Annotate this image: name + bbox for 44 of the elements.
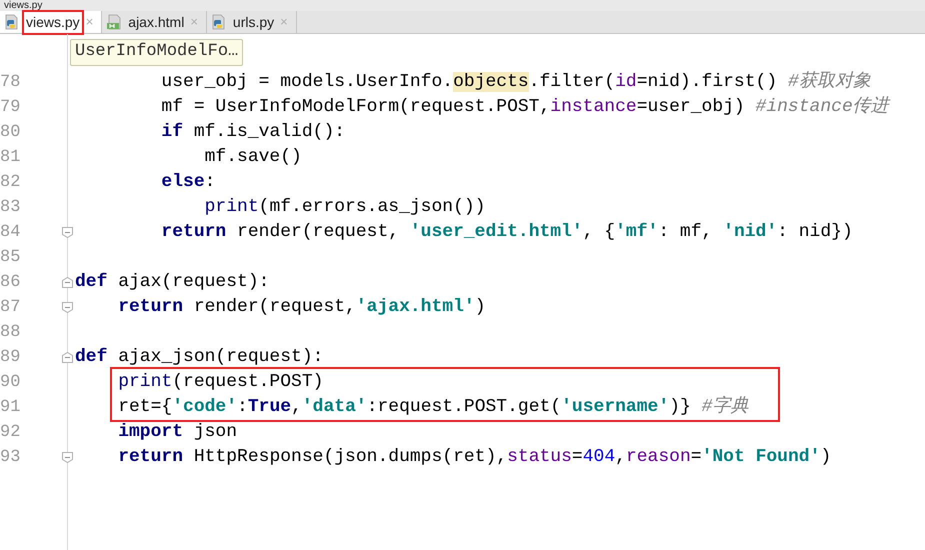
code-line: return render(request,'ajax.html') [117, 297, 486, 317]
code-line: if mf.is_valid(): [160, 122, 346, 142]
fold-start-icon[interactable] [62, 352, 73, 363]
line-number: 89 [0, 346, 20, 369]
line-number: 91 [0, 396, 20, 419]
line-number: 86 [0, 272, 20, 294]
line-number: 92 [0, 422, 20, 444]
line-number: 83 [0, 196, 20, 219]
file-tab[interactable]: views.py × [0, 11, 102, 33]
tab-label: urls.py [232, 12, 276, 32]
line-number: 88 [0, 322, 20, 344]
line-number: 81 [0, 146, 20, 169]
line-number: 85 [0, 246, 20, 269]
line-number: 79 [0, 96, 20, 119]
python-file-icon [210, 14, 227, 30]
tooltip: UserInfoModelFo… [70, 38, 244, 66]
line-number: 87 [0, 296, 20, 319]
tab-label: views.py [24, 12, 82, 32]
code-line: mf.save() [204, 147, 302, 167]
code-line: mf = UserInfoModelForm(request.POST,instance=user_obj) #instance传进 [160, 97, 889, 117]
line-number: 78 [0, 72, 20, 94]
fold-end-icon[interactable] [62, 302, 73, 313]
fold-end-icon[interactable] [62, 452, 73, 463]
code-line: def ajax_json(request): [75, 347, 324, 367]
line-number: 84 [0, 222, 20, 244]
code-line: print(mf.errors.as_json()) [204, 197, 486, 217]
code-line: user_obj = models.UserInfo.objects.filter(id=nid).first() #获取对象 [160, 72, 871, 92]
python-file-icon [4, 14, 20, 30]
code-line: ret={'code':True,'data':request.POST.get('username')} #字典 [117, 397, 748, 417]
line-number: 93 [0, 446, 20, 469]
tab-label: ajax.html [127, 12, 186, 32]
code-line: return HttpResponse(json.dumps(ret),status=404,reason='Not Found') [117, 447, 832, 467]
line-number: 80 [0, 122, 20, 144]
breadcrumb-item[interactable]: views.py [4, 0, 42, 11]
line-number: 90 [0, 372, 20, 394]
code-line: def ajax(request): [75, 272, 270, 292]
code-line: print(request.POST) [117, 372, 324, 392]
code-line: import json [117, 422, 238, 442]
code-line: return render(request, 'user_edit.html', {'mf': mf, 'nid': nid}) [160, 222, 853, 242]
fold-start-icon[interactable] [62, 277, 73, 288]
code-line: else: [160, 172, 216, 192]
fold-end-icon[interactable] [62, 227, 73, 238]
line-number: 82 [0, 172, 20, 194]
html-file-icon [106, 14, 122, 30]
